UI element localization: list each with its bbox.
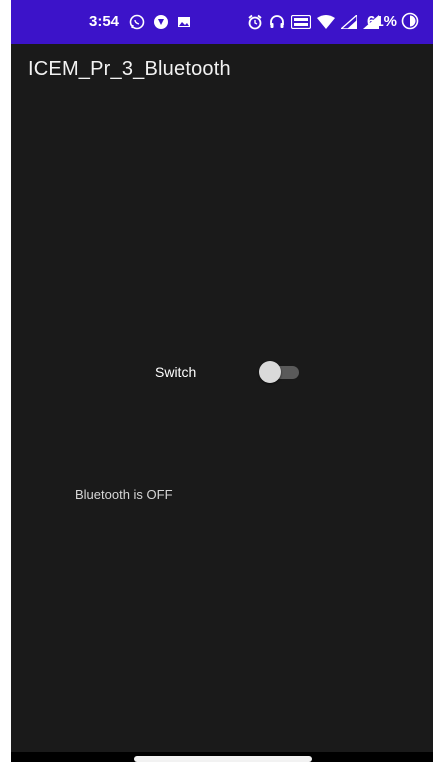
battery-level: 61%	[367, 13, 398, 30]
wifi-icon	[317, 15, 335, 29]
volte-icon	[291, 15, 311, 29]
switch-thumb[interactable]	[259, 361, 281, 383]
status-time: 3:54	[89, 13, 120, 30]
app-title: ICEM_Pr_3_Bluetooth	[28, 58, 231, 80]
switch-row: Switch	[11, 360, 433, 386]
headset-icon	[269, 14, 285, 30]
alarm-icon	[247, 14, 263, 30]
battery-icon	[401, 12, 419, 30]
whatsapp-icon	[129, 14, 145, 30]
status-left-icons	[129, 12, 191, 32]
switch-label: Switch	[155, 364, 197, 380]
status-bar: 3:54 61%	[11, 0, 433, 44]
gallery-icon	[177, 15, 191, 29]
signal-icon	[341, 15, 357, 29]
app-screen: 3:54 61% ICEM_Pr_3_Bluetooth Switch Blue…	[11, 0, 433, 762]
bluetooth-status-text: Bluetooth is OFF	[75, 487, 173, 502]
status-right-icons	[247, 12, 379, 32]
phone-call-icon	[153, 14, 169, 30]
home-indicator[interactable]	[134, 756, 312, 762]
